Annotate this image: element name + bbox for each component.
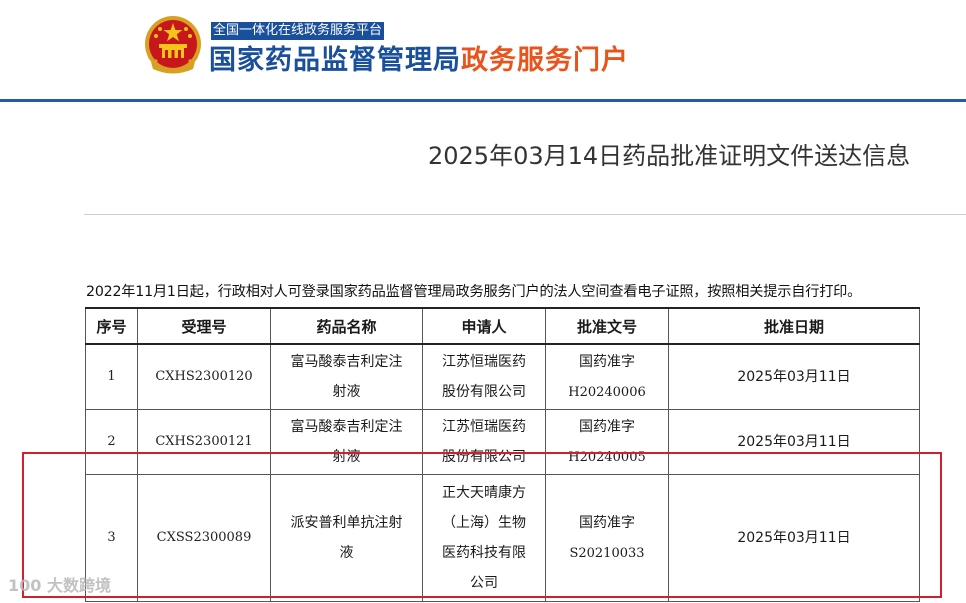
table-row: 1 CXHS2300120 富马酸泰吉利定注 射液 江苏恒瑞医药 股份有限公司 国药… [85, 343, 920, 410]
drug-name-line: 派安普利单抗注射 [290, 515, 403, 531]
cell-drug-name: 派安普利单抗注射液 [270, 474, 423, 602]
cell-no: 2 [85, 409, 138, 475]
header-approval-no: 批准文号 [545, 307, 669, 345]
site-title-accent: 政务服务门户 [461, 45, 629, 76]
site-header: 全国一体化在线政务服务平台 国家药品监督管理局政务服务门户 [0, 0, 966, 104]
drug-name-line: 射液 [332, 384, 361, 400]
platform-tag[interactable]: 全国一体化在线政务服务平台 [211, 22, 385, 40]
applicant-line: （上海）生物 [442, 515, 526, 531]
applicant-line: 股份有限公司 [442, 384, 526, 400]
applicant-line: 医药科技有限 [442, 545, 526, 561]
cell-no: 1 [85, 343, 138, 410]
cell-approval-no: 国药准字 H20240006 [545, 343, 669, 410]
approval-no-line: 国药准字 [579, 418, 635, 435]
site-title-main: 国家药品监督管理局 [209, 45, 461, 76]
cell-acceptance-no: CXHS2300121 [137, 409, 271, 475]
approval-no-line: H20240005 [568, 449, 646, 465]
approval-no-line: 国药准字 [579, 353, 635, 370]
applicant-line: 江苏恒瑞医药 [442, 354, 526, 370]
header-divider [0, 99, 966, 102]
cell-acceptance-no: CXHS2300120 [137, 343, 271, 410]
cell-approval-no: 国药准字 S20210033 [545, 474, 669, 602]
watermark: 100 大数跨境 [8, 576, 111, 595]
notice-text: 2022年11月1日起，行政相对人可登录国家药品监督管理局政务服务门户的法人空间… [86, 284, 862, 300]
drug-name-line: 射液 [332, 449, 361, 465]
approval-table: 序号 受理号 药品名称 申请人 批准文号 批准日期 1 CXHS2300120 … [85, 307, 920, 602]
national-emblem-icon [145, 16, 201, 74]
drug-name-line: 富马酸泰吉利定注 [290, 354, 403, 370]
cell-drug-name: 富马酸泰吉利定注 射液 [270, 409, 423, 475]
cell-approval-no: 国药准字 H20240005 [545, 409, 669, 475]
approval-no-line: H20240006 [568, 384, 646, 400]
title-divider [84, 214, 966, 215]
table-header-row: 序号 受理号 药品名称 申请人 批准文号 批准日期 [85, 307, 920, 345]
applicant-line: 公司 [470, 575, 498, 591]
header-no: 序号 [85, 307, 138, 345]
cell-drug-name: 富马酸泰吉利定注 射液 [270, 343, 423, 410]
approval-no-line: 国药准字 [579, 514, 635, 531]
header-applicant: 申请人 [422, 307, 546, 345]
cell-applicant: 正大天晴康方 （上海）生物 医药科技有限 公司 [422, 474, 546, 602]
cell-applicant: 江苏恒瑞医药 股份有限公司 [422, 343, 546, 410]
cell-acceptance-no: CXSS2300089 [137, 474, 271, 602]
approval-no-line: S20210033 [569, 545, 645, 561]
drug-name-line: 液 [339, 545, 354, 561]
applicant-line: 江苏恒瑞医药 [442, 419, 526, 435]
drug-name-line: 富马酸泰吉利定注 [290, 419, 403, 435]
header-drug-name: 药品名称 [270, 307, 423, 345]
cell-approval-date: 2025年03月11日 [668, 343, 920, 410]
cell-approval-date: 2025年03月11日 [668, 474, 920, 602]
page-title: 2025年03月14日药品批准证明文件送达信息 [428, 142, 911, 170]
cell-approval-date: 2025年03月11日 [668, 409, 920, 475]
table-row: 2 CXHS2300121 富马酸泰吉利定注 射液 江苏恒瑞医药 股份有限公司 国药… [85, 409, 920, 475]
header-acceptance-no: 受理号 [137, 307, 271, 345]
header-approval-date: 批准日期 [668, 307, 920, 345]
site-title[interactable]: 国家药品监督管理局政务服务门户 [209, 42, 629, 80]
applicant-line: 正大天晴康方 [442, 485, 526, 501]
cell-applicant: 江苏恒瑞医药 股份有限公司 [422, 409, 546, 475]
table-row: 3 CXSS2300089 派安普利单抗注射液 正大天晴康方 （上海）生物 医药科技… [85, 474, 920, 602]
applicant-line: 股份有限公司 [442, 449, 526, 465]
